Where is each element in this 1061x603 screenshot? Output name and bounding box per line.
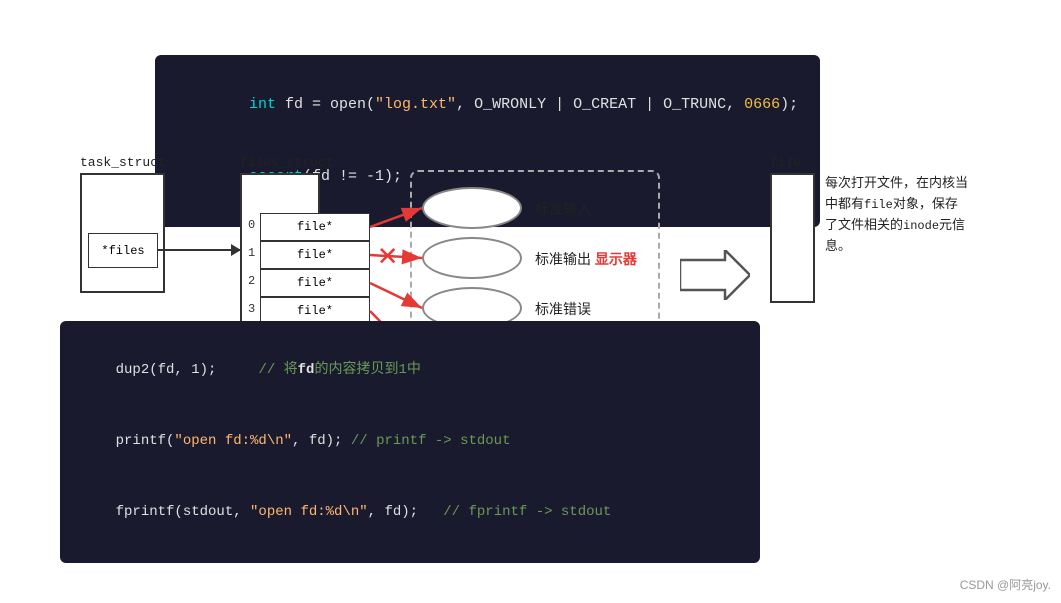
bottom-line-3: fprintf(stdout, "open fd:%d\n", fd); // … [82,478,738,549]
right-description: 每次打开文件，在内核当中都有file对象，保存了文件相关的inode元信息。 [825,173,970,257]
bottom-line-1: dup2(fd, 1); // 将fd的内容拷贝到1中 [82,335,738,406]
task-struct-label: task_struct [80,155,166,170]
files-ptr: *files [88,233,158,268]
fd-index-2: 2 [248,274,255,288]
big-right-arrow [680,250,750,300]
oval-label-stderr: 标准错误 [535,299,591,319]
files-struct-label: files_struct [240,155,334,170]
fd-row-1: file* [260,241,370,269]
bottom-code-block: dup2(fd, 1); // 将fd的内容拷贝到1中 printf("open… [60,321,760,563]
oval-stdout [422,237,522,279]
bottom-line-2: printf("open fd:%d\n", fd); // printf ->… [82,406,738,477]
fd-row-0: file* [260,213,370,241]
display-label: 显示器 [595,251,637,267]
file-box [770,173,815,303]
red-x-mark: ✕ [378,235,397,275]
fd-index-0: 0 [248,218,255,232]
code-line-1: int fd = open("log.txt", O_WRONLY | O_CR… [177,69,798,141]
fd-index-3: 3 [248,302,255,316]
oval-stdin [422,187,522,229]
fd-index-1: 1 [248,246,255,260]
oval-label-stdout: 标准输出 显示器 [535,249,637,269]
arrow-files-to-struct [158,249,240,251]
oval-label-stdin: 标准输入 [535,199,591,219]
file-label: file [770,155,801,170]
watermark: CSDN @阿亮joy. [960,576,1051,593]
fd-row-2: file* [260,269,370,297]
